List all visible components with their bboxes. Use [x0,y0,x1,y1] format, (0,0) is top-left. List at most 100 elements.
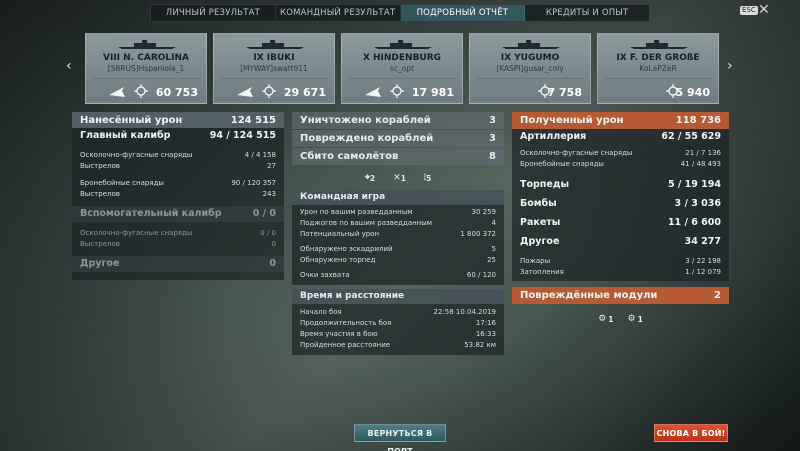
engine-count: 1 [637,314,643,324]
rudder-count: 1 [608,314,614,324]
sec-shots-row: Выстрелов 0 [72,239,284,250]
rockets-row: Ракеты 11 / 6 600 [512,213,729,232]
ship-silhouette-icon [118,40,176,49]
dealt-damage-panel: Нанесённый урон 124 515 Главный калибр 9… [72,112,284,280]
return-to-port-button[interactable]: ВЕРНУТЬСЯ В ПОРТ [354,424,446,451]
other-dealt-label: Другое [80,258,120,269]
team-row-label: Обнаружено торпед [300,256,376,264]
ship-card[interactable]: X HINDENBURG sc_opt 17 981 [341,33,463,104]
ship-card[interactable]: VIII N. CAROLINA [S8RUS]Hspaniola_1 60 753 [85,33,207,104]
module-icons: ⚙ 1 ⚙ 1 [512,314,729,324]
damaged-row: Повреждено кораблей 3 [292,130,504,147]
time-row: Начало боя 22:58 10.04.2019 [292,307,504,318]
damage-burst-icon [390,84,404,98]
main-battery-row: Главный калибр 94 / 124 515 [72,128,284,144]
damage-burst-icon [262,84,276,98]
ship-damage: 5 940 [675,86,710,99]
time-row: Продолжительность боя 17:16 [292,318,504,329]
team-row: Потенциальный урон 1 800 372 [292,229,504,240]
floods-label: Затопления [520,268,564,276]
received-damage-header: Полученный урон 118 736 [512,112,729,129]
flames-icon: ⦙ 5 [423,173,432,183]
prev-arrow-icon[interactable]: ‹ [66,58,72,74]
card-divider [220,78,328,79]
crosshair-count: 2 [369,173,376,183]
ship-name: IX YUGUMO [500,53,560,63]
he-shells-value: 4 / 4 158 [244,151,276,159]
he-shots-value: 27 [267,162,276,170]
team-row-value: 4 [491,219,496,227]
time-row-value: 17:16 [475,319,496,327]
secondary-row: Вспомогательный калибр 0 / 0 [72,206,284,222]
next-arrow-icon[interactable]: › [727,58,733,74]
team-row: Урон по вашим разведданным 30 259 [292,207,504,218]
damaged-modules-label: Повреждённые модули [520,290,658,301]
ap-shells-label: Бронебойные снаряды [80,179,164,187]
dealt-damage-label: Нанесённый урон [80,114,183,126]
ap-shots-row: Выстрелов 243 [72,189,284,200]
destroyed-value: 3 [489,115,496,126]
planes-value: 8 [489,151,496,162]
ribbon-icons: ⌖ 2 ✕ 1 ⦙ 5 [292,168,504,188]
other-recv-row: Другое 34 277 [512,232,729,251]
recv-he-label: Осколочно-фугасные снаряды [520,149,633,157]
artillery-value: 62 / 55 629 [661,131,721,142]
tab-team[interactable]: КОМАНДНЫЙ РЕЗУЛЬТАТ [276,5,401,21]
ship-silhouette-icon [630,40,688,49]
battle-again-button[interactable]: СНОВА В БОЙ! [654,424,728,442]
received-damage-value: 118 736 [675,115,721,126]
tab-credits[interactable]: КРЕДИТЫ И ОПЫТ [525,5,649,21]
rockets-value: 11 / 6 600 [667,217,721,228]
ship-card[interactable]: IX F. DER GROßE KoLaPZeR 5 940 [597,33,719,104]
floods-row: Затопления 1 / 12 079 [512,267,729,281]
main-battery-value: 94 / 124 515 [209,130,276,141]
time-distance-panel: Время и расстояние Начало боя 22:58 10.04… [292,289,504,355]
team-row: Очки захвата 60 / 120 [292,270,504,281]
esc-key-hint: ESC [740,6,758,15]
card-divider [476,78,584,79]
ship-card[interactable]: IX YUGUMO [KASPI]gusar_coly 7 758 [469,33,591,104]
damaged-modules-value: 2 [714,290,721,301]
plane-icon [237,87,253,97]
tab-personal[interactable]: ЛИЧНЫЙ РЕЗУЛЬТАТ [151,5,276,21]
team-row-value: 60 / 120 [466,271,496,279]
ship-silhouette-icon [502,40,560,49]
tab-detailed[interactable]: ПОДРОБНЫЙ ОТЧЁТ [400,5,526,21]
floods-value: 1 / 12 079 [685,268,721,276]
planes-label: Сбито самолётов [300,151,399,162]
ap-shells-value: 90 / 120 357 [231,179,276,187]
ship-name: VIII N. CAROLINA [103,53,189,63]
received-damage-column: Полученный урон 118 736 Артиллерия 62 / … [512,112,729,324]
main-battery-label: Главный калибр [80,130,171,141]
cross-icon: ✕ 1 [393,173,406,183]
team-row-label: Поджогов по вашим разведданным [300,219,433,227]
team-row: Обнаружено эскадрилий 5 [292,244,504,255]
team-row-label: Очки захвата [300,271,350,279]
ship-card[interactable]: IX IBUKI [MYWAY]swatt911 29 671 [213,33,335,104]
damage-burst-icon [134,84,148,98]
he-shells-label: Осколочно-фугасные снаряды [80,151,193,159]
flames-count: 5 [425,173,432,183]
bombs-row: Бомбы 3 / 3 036 [512,194,729,213]
received-damage-label: Полученный урон [520,115,624,126]
other-recv-value: 34 277 [684,236,721,247]
received-damage-panel: Полученный урон 118 736 Артиллерия 62 / … [512,112,729,281]
player-name: [MYWAY]swatt911 [240,64,308,73]
team-row-value: 30 259 [471,208,497,216]
report-tabs: ЛИЧНЫЙ РЕЗУЛЬТАТ КОМАНДНЫЙ РЕЗУЛЬТАТ ПОД… [150,4,650,22]
team-row: Обнаружено торпед 25 [292,255,504,266]
other-dealt-value: 0 [269,258,276,269]
recv-he-row: Осколочно-фугасные снаряды 21 / 7 136 [512,148,729,159]
other-recv-label: Другое [520,236,560,247]
fires-label: Пожары [520,257,551,265]
damaged-label: Повреждено кораблей [300,133,434,144]
team-row-label: Урон по вашим разведданным [300,208,413,216]
team-row-value: 5 [491,245,496,253]
dealt-damage-header: Нанесённый урон 124 515 [72,112,284,128]
plane-icon [109,87,125,97]
close-icon[interactable]: ✕ [758,2,770,18]
team-row: Поджогов по вашим разведданным 4 [292,218,504,229]
player-name: [KASPI]gusar_coly [496,64,564,73]
time-row-label: Пройденное расстояние [300,341,391,349]
ship-silhouette-icon [374,40,432,49]
